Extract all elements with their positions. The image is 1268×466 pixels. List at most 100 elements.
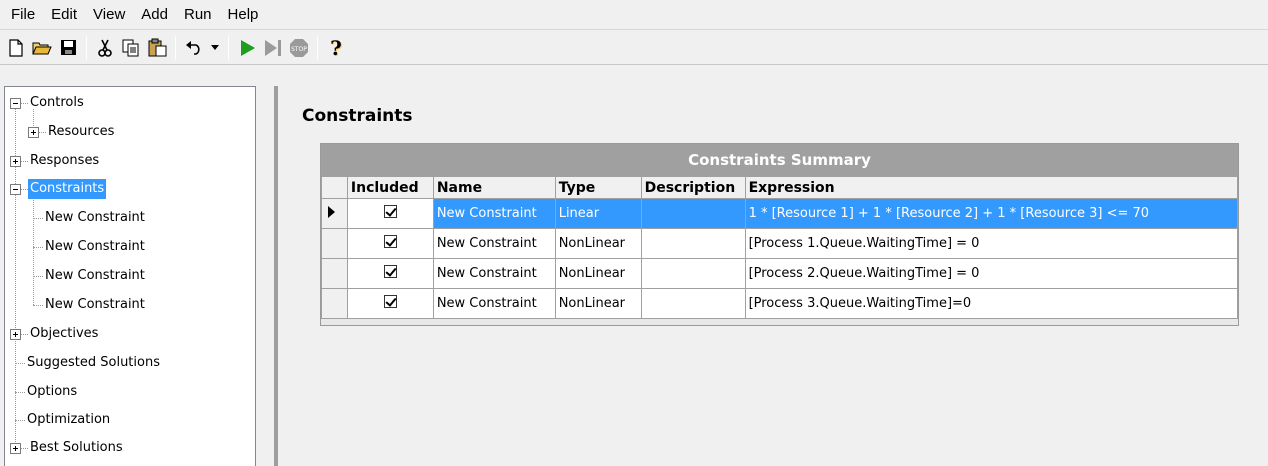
- name-cell[interactable]: New Constraint: [432, 228, 556, 259]
- run-icon[interactable]: [235, 36, 259, 60]
- tree-item-constraint[interactable]: New Constraint: [43, 236, 147, 258]
- constraints-grid: Constraints Summary Included Name Type D…: [320, 143, 1239, 326]
- included-cell[interactable]: [346, 228, 434, 259]
- expression-cell[interactable]: [Process 2.Queue.WaitingTime] = 0: [744, 258, 1239, 289]
- expand-icon[interactable]: [10, 155, 21, 167]
- tree-item-label: New Constraint: [45, 210, 145, 225]
- tree-item-label: Resources: [48, 124, 115, 139]
- menu-run[interactable]: Run: [176, 0, 220, 30]
- tree-item-suggested-solutions[interactable]: Suggested Solutions: [25, 352, 162, 374]
- tree-item-constraint[interactable]: New Constraint: [43, 294, 147, 316]
- tree-item-constraint[interactable]: New Constraint: [43, 265, 147, 287]
- collapse-icon[interactable]: [10, 97, 21, 109]
- cut-icon[interactable]: [93, 36, 117, 60]
- menu-edit[interactable]: Edit: [43, 0, 85, 30]
- tree-item-best-solutions[interactable]: Best Solutions: [10, 437, 125, 459]
- included-cell[interactable]: [346, 288, 434, 319]
- splitter[interactable]: [256, 86, 274, 466]
- included-cell[interactable]: [346, 198, 434, 229]
- description-cell[interactable]: [640, 258, 746, 289]
- menu-view[interactable]: View: [85, 0, 133, 30]
- table-row[interactable]: New Constraint NonLinear [Process 3.Queu…: [321, 288, 1239, 319]
- menu-file[interactable]: File: [3, 0, 43, 30]
- tree-item-label: Objectives: [30, 326, 99, 341]
- tree-item-label: Best Solutions: [30, 440, 123, 455]
- expression-cell[interactable]: 1 * [Resource 1] + 1 * [Resource 2] + 1 …: [744, 198, 1239, 229]
- new-icon[interactable]: [4, 36, 28, 60]
- header-row: Included Name Type Description Expressio…: [321, 176, 1239, 199]
- expand-icon[interactable]: [10, 328, 21, 340]
- included-checkbox[interactable]: [383, 295, 397, 308]
- included-checkbox[interactable]: [383, 235, 397, 248]
- included-checkbox[interactable]: [383, 205, 397, 218]
- expression-cell[interactable]: [Process 3.Queue.WaitingTime]=0: [744, 288, 1239, 319]
- tree-item-label: Optimization: [27, 412, 111, 427]
- menu-add[interactable]: Add: [133, 0, 176, 30]
- row-header[interactable]: [321, 198, 348, 229]
- row-header[interactable]: [321, 288, 348, 319]
- tree-item-objectives[interactable]: Objectives: [10, 323, 100, 345]
- column-header-expression[interactable]: Expression: [744, 176, 1239, 199]
- collapse-icon[interactable]: [10, 183, 21, 195]
- toolbar-separator: [317, 35, 318, 60]
- table-row[interactable]: New Constraint NonLinear [Process 1.Queu…: [321, 228, 1239, 259]
- dropdown-icon[interactable]: [208, 36, 222, 60]
- navigation-tree[interactable]: Controls Resources Responses Constraints…: [4, 86, 256, 466]
- toolbar-separator: [228, 35, 229, 60]
- tree-item-label: Options: [27, 384, 78, 399]
- stop-icon[interactable]: STOP: [287, 36, 311, 60]
- toolbar-separator: [86, 35, 87, 60]
- copy-icon[interactable]: [119, 36, 143, 60]
- stop-label: STOP: [291, 46, 307, 53]
- table-row[interactable]: New Constraint Linear 1 * [Resource 1] +…: [321, 198, 1239, 229]
- type-cell[interactable]: NonLinear: [554, 288, 642, 319]
- step-icon[interactable]: [261, 36, 285, 60]
- menu-help[interactable]: Help: [220, 0, 267, 30]
- description-cell[interactable]: [640, 288, 746, 319]
- expand-icon[interactable]: [10, 442, 21, 454]
- description-cell[interactable]: [640, 198, 746, 229]
- tree-item-label: New Constraint: [45, 239, 145, 254]
- tree-item-label: Suggested Solutions: [27, 355, 160, 370]
- tree-item-label: New Constraint: [45, 268, 145, 283]
- name-cell[interactable]: New Constraint: [432, 288, 556, 319]
- tree-item-constraints[interactable]: Constraints: [10, 178, 107, 200]
- type-cell[interactable]: NonLinear: [554, 258, 642, 289]
- name-cell[interactable]: New Constraint: [432, 258, 556, 289]
- tree-item-responses[interactable]: Responses: [10, 150, 101, 172]
- save-icon[interactable]: [56, 36, 80, 60]
- tree-item-label: Responses: [30, 153, 100, 168]
- toolbar-separator: [175, 35, 176, 60]
- page-title: Constraints: [302, 106, 413, 126]
- type-cell[interactable]: NonLinear: [554, 228, 642, 259]
- open-icon[interactable]: [30, 36, 54, 60]
- column-header-type[interactable]: Type: [554, 176, 642, 199]
- tree-item-resources[interactable]: Resources: [28, 121, 116, 143]
- row-header[interactable]: [321, 258, 348, 289]
- description-cell[interactable]: [640, 228, 746, 259]
- column-header-description[interactable]: Description: [640, 176, 746, 199]
- undo-icon[interactable]: [182, 36, 206, 60]
- included-checkbox[interactable]: [383, 265, 397, 278]
- expand-icon[interactable]: [28, 126, 39, 138]
- grid-caption: Constraints Summary: [321, 144, 1238, 176]
- type-cell[interactable]: Linear: [554, 198, 642, 229]
- paste-icon[interactable]: [145, 36, 169, 60]
- tree-item-label: New Constraint: [45, 297, 145, 312]
- current-row-arrow-icon: [328, 205, 335, 218]
- tree-item-options[interactable]: Options: [25, 381, 79, 403]
- included-cell[interactable]: [346, 258, 434, 289]
- help-icon[interactable]: ?: [324, 36, 348, 60]
- tree-item-label: Controls: [30, 95, 84, 110]
- name-cell[interactable]: New Constraint: [432, 198, 556, 229]
- tree-item-optimization[interactable]: Optimization: [25, 409, 112, 431]
- column-header-name[interactable]: Name: [432, 176, 556, 199]
- row-header[interactable]: [321, 228, 348, 259]
- table-row[interactable]: New Constraint NonLinear [Process 2.Queu…: [321, 258, 1239, 289]
- tree-item-constraint[interactable]: New Constraint: [43, 207, 147, 229]
- tree-item-controls[interactable]: Controls: [10, 92, 86, 114]
- toolbar: STOP ?: [0, 31, 1268, 65]
- expression-cell[interactable]: [Process 1.Queue.WaitingTime] = 0: [744, 228, 1239, 259]
- column-header-included[interactable]: Included: [346, 176, 434, 199]
- row-header-corner: [321, 176, 348, 199]
